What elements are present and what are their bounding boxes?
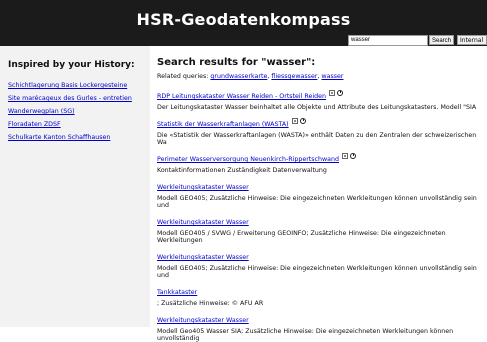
map-icon[interactable] — [342, 152, 349, 159]
related-query-link[interactable]: fliessgewasser — [271, 73, 317, 80]
result-item: Werkleitungskataster Wasser Modell GEO40… — [157, 244, 483, 279]
result-title-link[interactable]: Statistik der Wasserkraftanlagen (WASTA) — [157, 120, 289, 129]
result-snippet: Modell GEO405; Zusätzliche Hinweise: Die… — [157, 195, 477, 209]
history-link[interactable]: Schichtlagerung Basis Lockergesteine — [8, 81, 148, 94]
search-button[interactable]: Search — [429, 35, 454, 45]
clock-icon[interactable] — [337, 89, 343, 96]
related-query-link[interactable]: wasser — [321, 73, 343, 80]
result-title-link[interactable]: Werkleitungskataster Wasser — [157, 316, 249, 325]
sidebar-heading: Inspired by your History: — [8, 60, 135, 70]
result-title-link[interactable]: Werkleitungskataster Wasser — [157, 253, 249, 262]
result-item: Werkleitungskataster Wasser Modell GEO40… — [157, 174, 483, 209]
clock-icon[interactable] — [299, 117, 306, 124]
result-snippet: Modell Geo405 Wasser SIA; Zusätzliche Hi… — [157, 328, 454, 342]
related-query-link[interactable]: grundwasserkarte — [210, 73, 267, 80]
results-heading: Search results for "wasser": — [157, 57, 316, 68]
map-icon[interactable] — [329, 89, 335, 96]
result-title-link[interactable]: RDP Leitungskataster Wasser Reiden - Ort… — [157, 92, 326, 101]
clock-icon[interactable] — [350, 152, 357, 159]
history-link[interactable]: Site marécageux des Gurles - entretien — [8, 94, 148, 107]
result-snippet: Kontaktinformationen Zuständigkeit Daten… — [157, 167, 327, 174]
result-item: Werkleitungskataster Wasser Modell Geo40… — [157, 307, 483, 342]
result-snippet: Die «Statistik der Wasserkraftanlagen (W… — [157, 132, 477, 146]
result-item: Werkleitungskataster Wasser Modell GEO40… — [157, 209, 483, 244]
result-item: Statistik der Wasserkraftanlagen (WASTA)… — [157, 111, 483, 146]
app-header: HSR-Geodatenkompass Search Internal — [0, 0, 487, 46]
history-list: Schichtlagerung Basis Lockergesteine Sit… — [8, 81, 148, 146]
result-snippet: Modell GEO405 / SVWG / Erweiterung GEOIN… — [157, 230, 446, 244]
result-item: Perimeter Wasserversorgung Neuenkirch-Ri… — [157, 146, 483, 174]
result-title-link[interactable]: Perimeter Wasserversorgung Neuenkirch-Ri… — [157, 155, 339, 164]
history-link[interactable]: Wanderwegplan (SG) — [8, 107, 148, 120]
result-title-link[interactable]: Tankkataster — [157, 288, 197, 297]
related-label: Related queries: — [157, 73, 209, 80]
result-snippet: Der Leitungskataster Wasser beinhaltet a… — [157, 104, 477, 111]
app-title: HSR-Geodatenkompass — [136, 10, 351, 29]
result-snippet: ; Zusätzliche Hinweise: © AFU AR — [157, 300, 264, 307]
history-link[interactable]: Floradaten ZDSF — [8, 120, 148, 133]
results-area: Search results for "wasser": Related que… — [157, 57, 483, 342]
sidebar: Inspired by your History: Schichtlagerun… — [0, 46, 150, 327]
result-title-link[interactable]: Werkleitungskataster Wasser — [157, 183, 249, 192]
result-item: RDP Leitungskataster Wasser Reiden - Ort… — [157, 83, 483, 111]
map-icon[interactable] — [291, 117, 298, 124]
result-snippet: Modell GEO405; Zusätzliche Hinweise: Die… — [157, 265, 477, 279]
related-queries: Related queries: grundwasserkarte, flies… — [157, 73, 344, 80]
search-input[interactable] — [348, 35, 428, 46]
scope-select[interactable]: Internal — [457, 35, 487, 45]
result-item: Tankkataster ; Zusätzliche Hinweise: © A… — [157, 279, 483, 307]
result-title-link[interactable]: Werkleitungskataster Wasser — [157, 218, 249, 227]
history-link[interactable]: Schulkarte Kanton Schaffhausen — [8, 133, 148, 146]
